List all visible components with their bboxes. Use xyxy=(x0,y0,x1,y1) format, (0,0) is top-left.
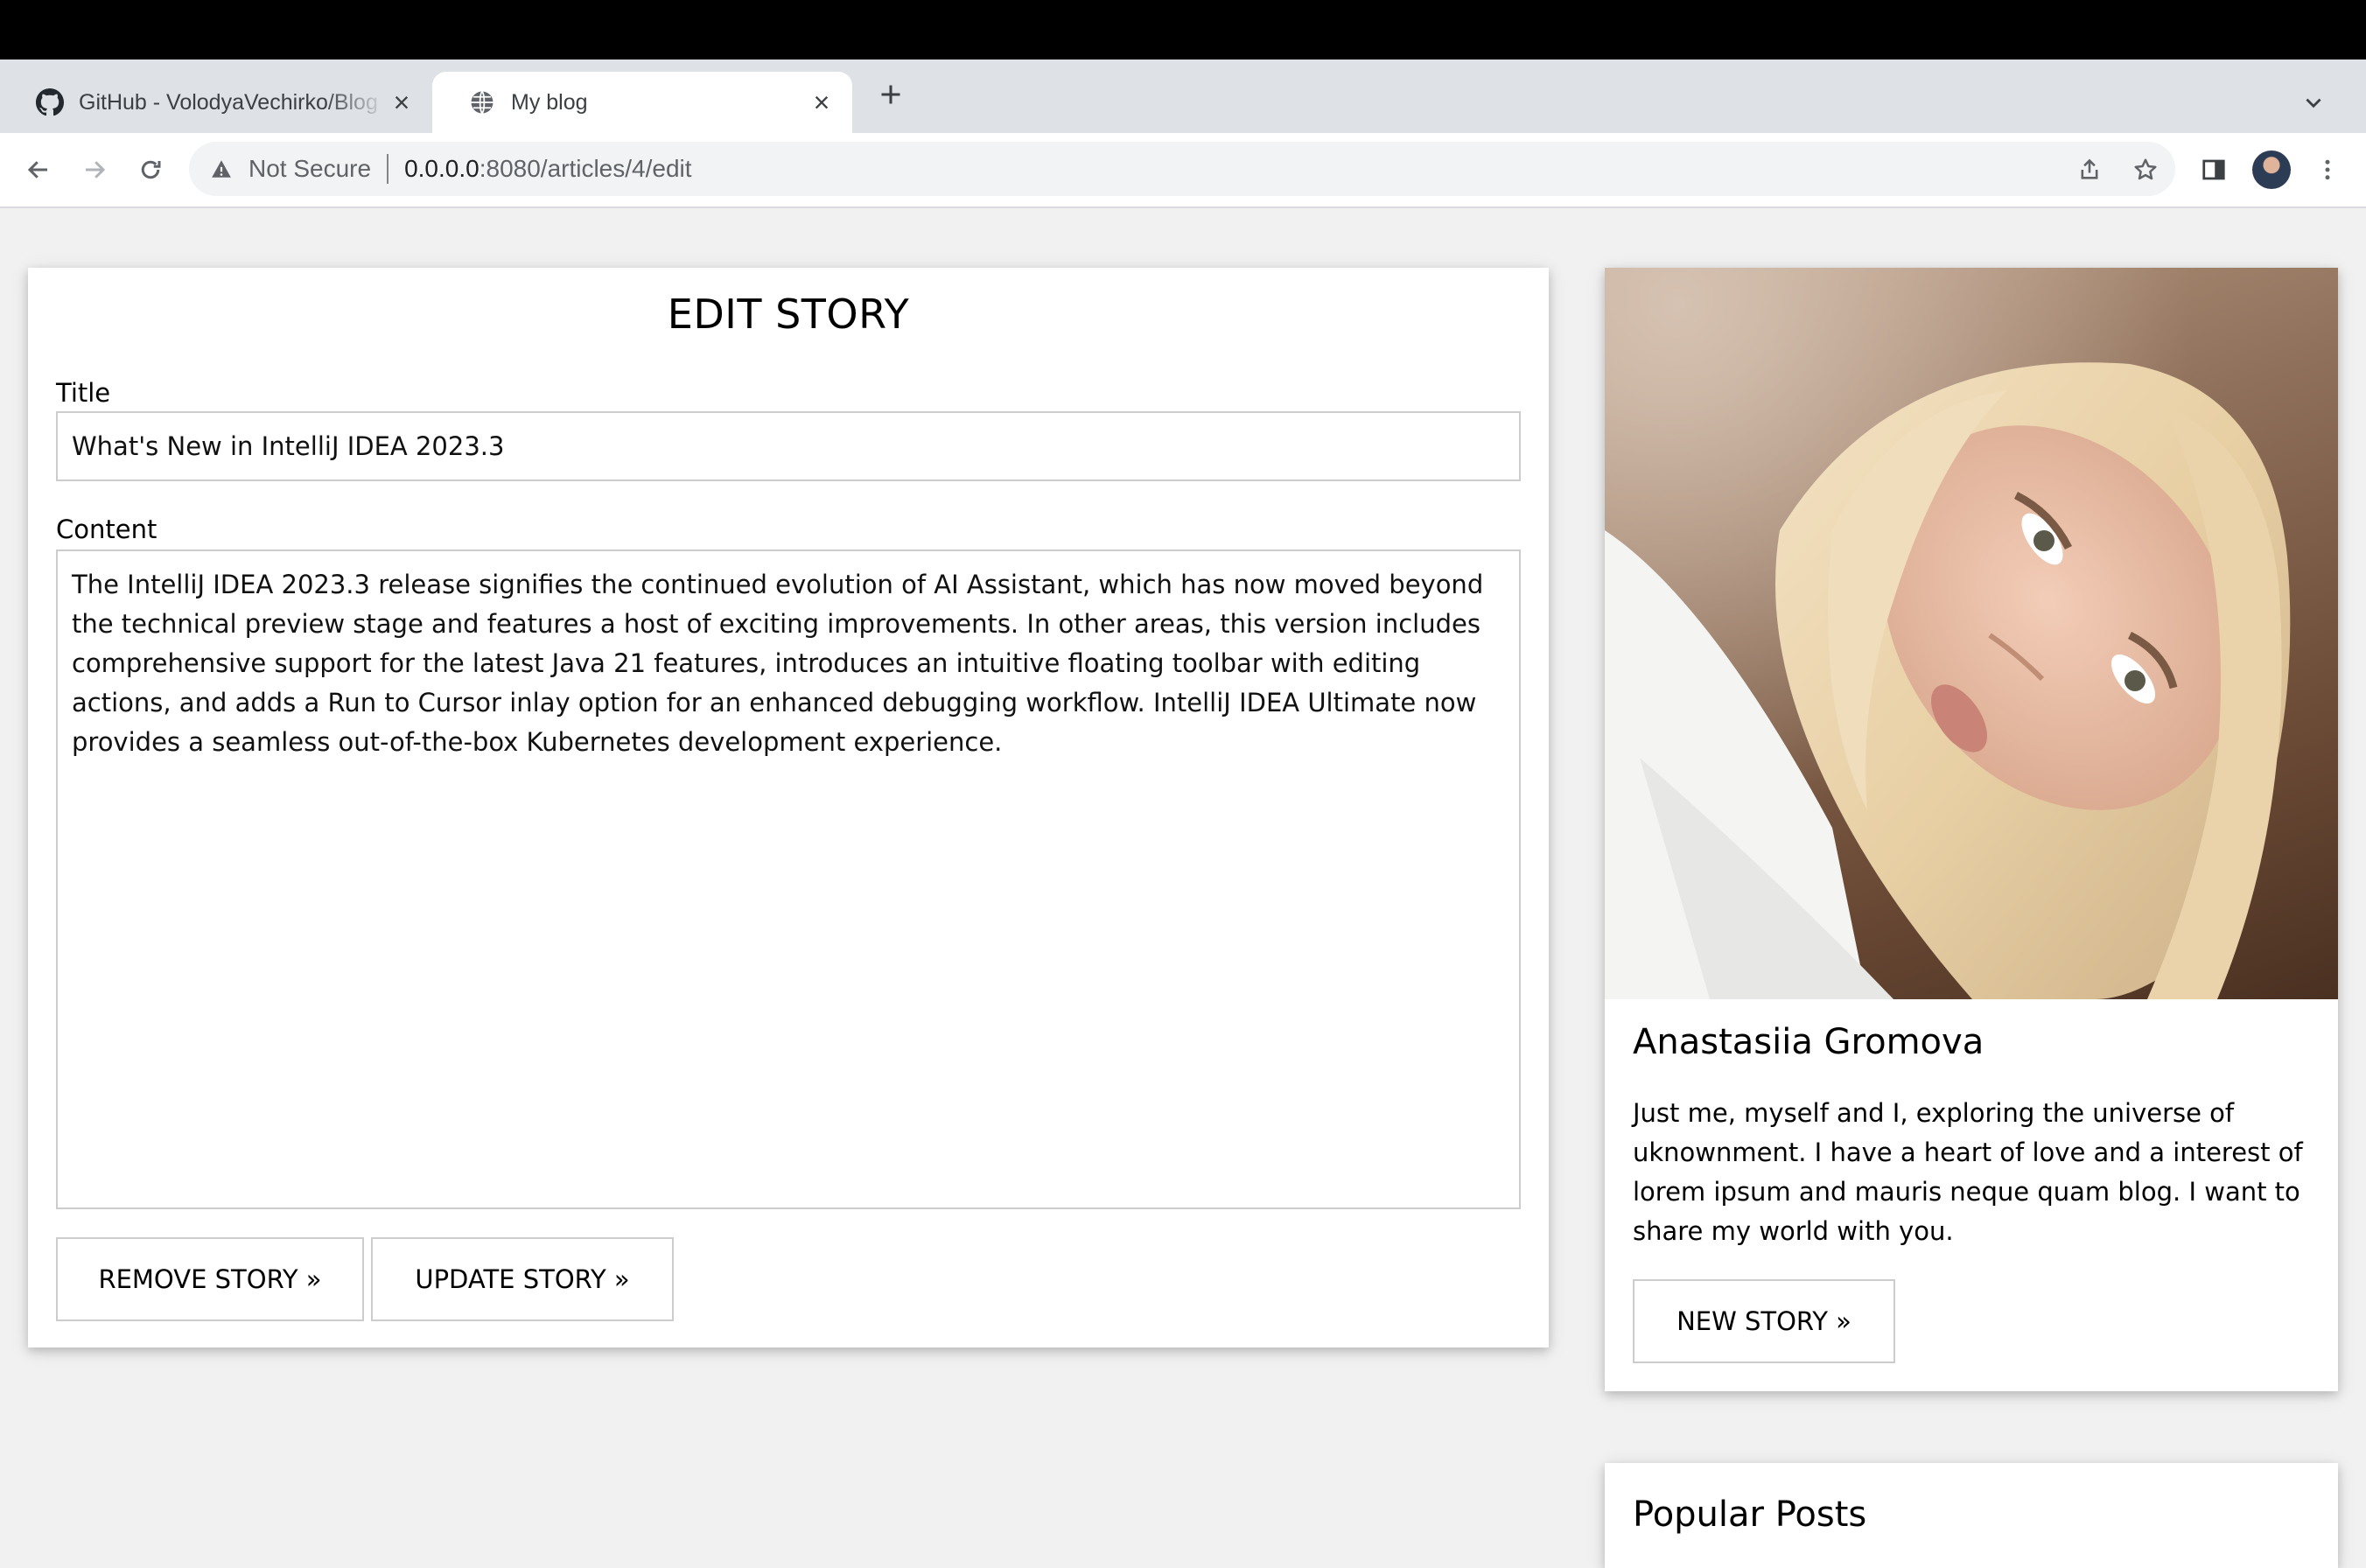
profile-photo xyxy=(1605,268,2338,999)
forward-arrow-icon[interactable] xyxy=(75,150,114,189)
close-tab-icon[interactable]: × xyxy=(387,87,416,118)
side-panel-icon[interactable] xyxy=(2194,150,2233,189)
content-label: Content xyxy=(56,514,158,544)
title-input[interactable]: What's New in IntelliJ IDEA 2023.3 xyxy=(56,411,1521,481)
profile-name: Anastasiia Gromova xyxy=(1633,1022,1984,1062)
reload-icon[interactable] xyxy=(131,150,170,189)
share-icon[interactable] xyxy=(2070,150,2109,189)
bookmark-star-icon[interactable] xyxy=(2126,150,2165,189)
github-icon xyxy=(35,88,65,117)
profile-card: Anastasiia Gromova Just me, myself and I… xyxy=(1605,268,2338,1391)
divider xyxy=(387,154,389,184)
page-title: EDIT STORY xyxy=(667,290,910,338)
tab-title: My blog xyxy=(511,89,588,115)
popular-posts-heading: Popular Posts xyxy=(1633,1494,1867,1535)
popular-posts-card: Popular Posts xyxy=(1605,1463,2338,1568)
chevron-down-icon[interactable] xyxy=(2294,84,2333,122)
edit-story-card: EDIT STORY Title What's New in IntelliJ … xyxy=(28,268,1549,1348)
remove-story-button[interactable]: REMOVE STORY » xyxy=(56,1237,364,1321)
tab-title: GitHub - VolodyaVechirko/Blog xyxy=(79,89,378,115)
warning-icon[interactable] xyxy=(210,156,236,182)
tab-github[interactable]: GitHub - VolodyaVechirko/Blog × xyxy=(0,72,432,133)
security-label[interactable]: Not Secure xyxy=(248,155,371,183)
profile-bio: Just me, myself and I, exploring the uni… xyxy=(1633,1098,2303,1246)
globe-icon xyxy=(467,88,497,117)
tab-strip: GitHub - VolodyaVechirko/Blog × My blog … xyxy=(0,60,2366,133)
os-top-bar xyxy=(0,0,2366,60)
profile-avatar[interactable] xyxy=(2252,150,2291,189)
new-story-button[interactable]: NEW STORY » xyxy=(1633,1279,1895,1363)
title-label: Title xyxy=(56,378,111,408)
new-tab-icon[interactable] xyxy=(872,75,910,114)
update-story-button[interactable]: UPDATE STORY » xyxy=(371,1237,674,1321)
content-textarea[interactable]: The IntelliJ IDEA 2023.3 release signifi… xyxy=(56,550,1521,1209)
url-path: :8080/articles/4/edit xyxy=(479,155,692,182)
back-arrow-icon[interactable] xyxy=(19,150,58,189)
browser-toolbar: Not Secure 0.0.0.0:8080/articles/4/edit xyxy=(0,133,2366,208)
address-bar[interactable]: Not Secure 0.0.0.0:8080/articles/4/edit xyxy=(189,142,2175,196)
menu-kebab-icon[interactable] xyxy=(2308,150,2347,189)
tab-my-blog[interactable]: My blog × xyxy=(432,72,852,133)
url-host: 0.0.0.0 xyxy=(404,155,480,182)
close-tab-icon[interactable]: × xyxy=(807,87,836,118)
